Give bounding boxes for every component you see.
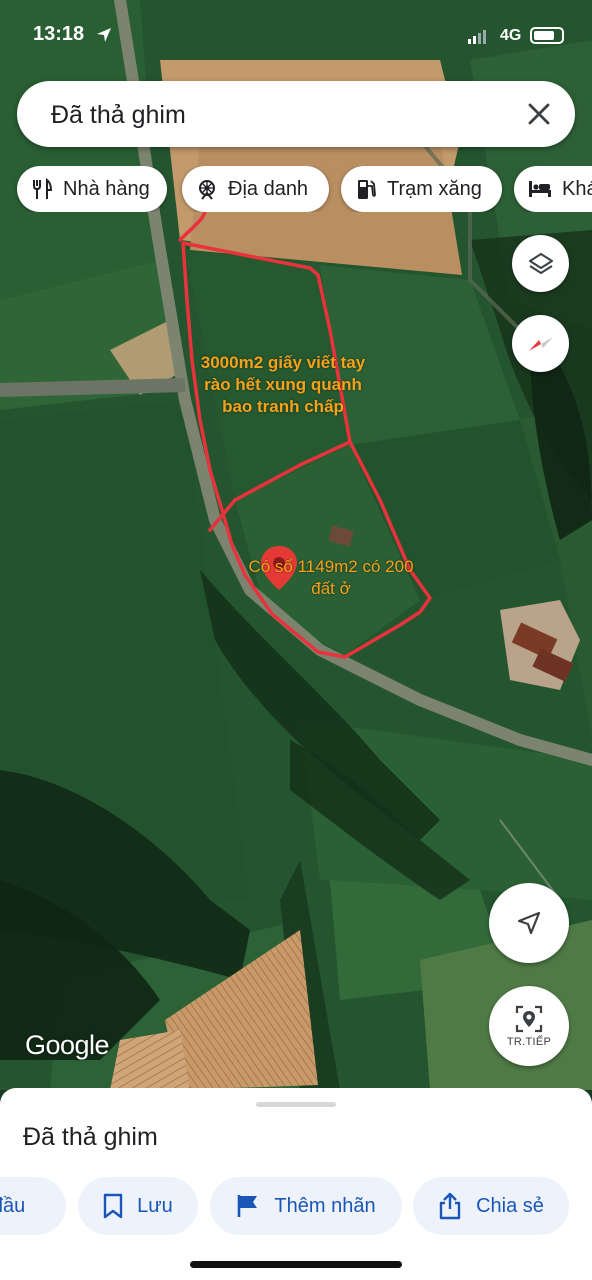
restaurant-icon (33, 178, 53, 199)
live-view-button[interactable]: TR.TIẾP (489, 986, 569, 1066)
compass-icon (528, 336, 553, 351)
gas-station-icon (358, 180, 376, 199)
attraction-icon (199, 180, 215, 200)
action-label: Thêm nhãn (274, 1194, 376, 1217)
action-label: Chia sẻ (476, 1194, 544, 1217)
live-view-label: TR.TIẾP (506, 1036, 552, 1048)
navigation-arrow-icon (517, 911, 541, 935)
action-label: t đầu (0, 1194, 26, 1217)
compass-button[interactable] (512, 315, 569, 372)
action-buttons: t đầu Lưu Thêm nhãn Chia sẻ (0, 1177, 592, 1235)
battery-icon (530, 27, 564, 44)
flag-icon (238, 1195, 258, 1217)
location-arrow-icon (97, 28, 111, 42)
drag-handle[interactable] (256, 1102, 336, 1107)
map-annotation-disputed-land: 3000m2 giấy viết tay rào hết xung quanh … (200, 353, 366, 416)
chip-restaurants[interactable]: Nhà hàng (17, 166, 167, 212)
share-icon (439, 1192, 461, 1220)
hotel-icon (529, 181, 551, 197)
add-label-button[interactable]: Thêm nhãn (210, 1177, 402, 1235)
close-icon[interactable] (525, 100, 553, 128)
category-chips: Nhà hàng Địa danh Trạm xăng Khá (0, 166, 592, 212)
layers-icon (528, 252, 553, 274)
chip-label: Nhà hàng (63, 177, 150, 200)
place-bottom-sheet[interactable]: Đã thả ghim t đầu Lưu Thêm nhãn Chia sẻ (0, 1088, 592, 1280)
chip-label: Địa danh (228, 177, 309, 200)
start-button[interactable]: t đầu (0, 1177, 66, 1235)
my-location-button[interactable] (489, 883, 569, 963)
clock: 13:18 (33, 23, 85, 45)
share-button[interactable]: Chia sẻ (413, 1177, 569, 1235)
status-bar: 13:18 4G (0, 18, 592, 54)
bookmark-icon (103, 1193, 123, 1219)
search-bar[interactable]: Đã thả ghim (17, 81, 575, 147)
layers-button[interactable] (512, 235, 569, 292)
action-label: Lưu (137, 1194, 173, 1217)
live-view-icon (515, 1005, 543, 1033)
google-logo: Google (25, 1030, 110, 1060)
chip-gas-stations[interactable]: Trạm xăng (341, 166, 502, 212)
network-type: 4G (500, 27, 522, 44)
home-indicator (190, 1261, 402, 1268)
chip-attractions[interactable]: Địa danh (182, 166, 329, 212)
chip-label: Khá (562, 177, 592, 200)
save-button[interactable]: Lưu (78, 1177, 198, 1235)
chip-hotels[interactable]: Khá (514, 166, 592, 212)
chip-label: Trạm xăng (387, 177, 482, 200)
search-query[interactable]: Đã thả ghim (51, 101, 186, 130)
map-annotation-titled-land: Có sổ 1149m2 có 200 đất ở (248, 557, 414, 598)
signal-icon (468, 30, 486, 44)
place-title: Đã thả ghim (23, 1123, 158, 1151)
